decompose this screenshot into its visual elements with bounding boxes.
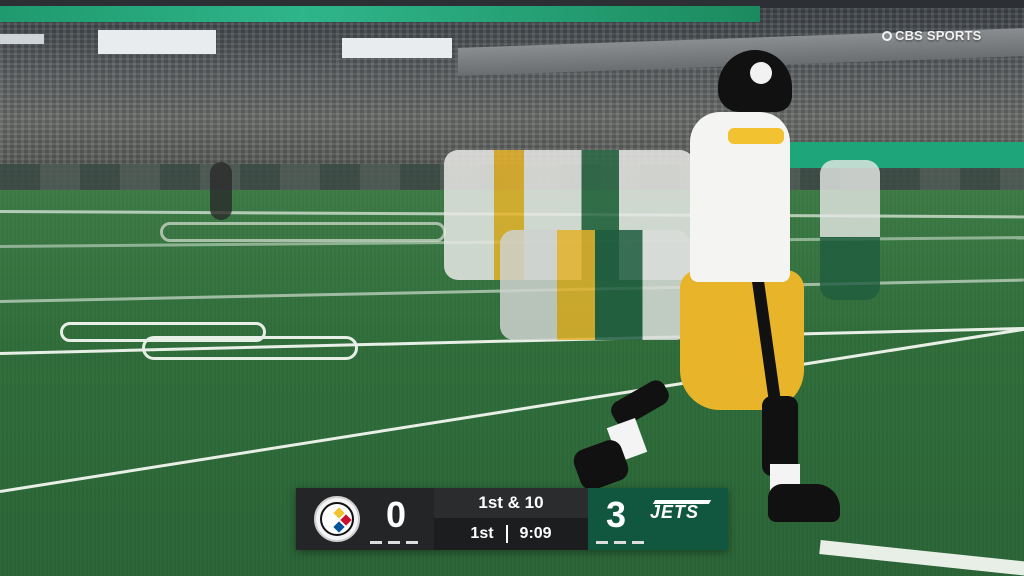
scorebug-game-info: 1st & 10 1st 9:09 [434, 488, 588, 550]
network-label: CBS SPORTS [895, 28, 982, 43]
timeout-indicator [406, 541, 418, 544]
kicker-pants [680, 270, 804, 410]
official [210, 162, 232, 220]
network-logo: CBS SPORTS [882, 28, 982, 43]
steelers-helmet-logo-icon [750, 62, 772, 84]
stadium-board-left [0, 34, 44, 44]
kicker-shoe-right [768, 484, 840, 522]
steelers-logo-icon [314, 496, 360, 542]
scorebug-home-team: 3 JETS [588, 488, 728, 550]
stadium-board-2 [342, 38, 452, 58]
cbs-eye-icon [882, 30, 892, 41]
game-clock-row: 1st 9:09 [434, 518, 588, 550]
timeout-indicator [370, 541, 382, 544]
ribbon-board-top [0, 6, 760, 22]
scorebug-away-team: 0 [296, 488, 434, 550]
timeout-indicator [388, 541, 400, 544]
player-group [500, 230, 690, 340]
jets-logo: JETS [650, 502, 700, 522]
scorebug: 0 1st & 10 1st 9:09 3 JETS [296, 488, 728, 550]
quarter: 1st [470, 525, 494, 542]
down-and-distance: 1st & 10 [434, 488, 588, 518]
field-number-outline [142, 336, 358, 360]
away-score: 0 [386, 494, 407, 535]
steelers-logo-inner [320, 502, 354, 536]
logo-outline [160, 222, 446, 242]
divider [505, 525, 508, 543]
timeout-indicator [596, 541, 608, 544]
player-jets [820, 160, 880, 300]
sideline-ad-board [784, 142, 1024, 168]
away-timeouts [370, 541, 418, 544]
kicker-jersey-stripe [728, 128, 784, 144]
timeout-indicator [614, 541, 626, 544]
broadcast-frame: CBS SPORTS 0 1st & 10 1st 9:09 3 JETS [0, 0, 1024, 576]
timeout-indicator [632, 541, 644, 544]
game-clock: 9:09 [519, 525, 552, 542]
stadium-board-1 [98, 30, 216, 54]
home-timeouts [596, 541, 644, 544]
home-score: 3 [606, 494, 627, 535]
